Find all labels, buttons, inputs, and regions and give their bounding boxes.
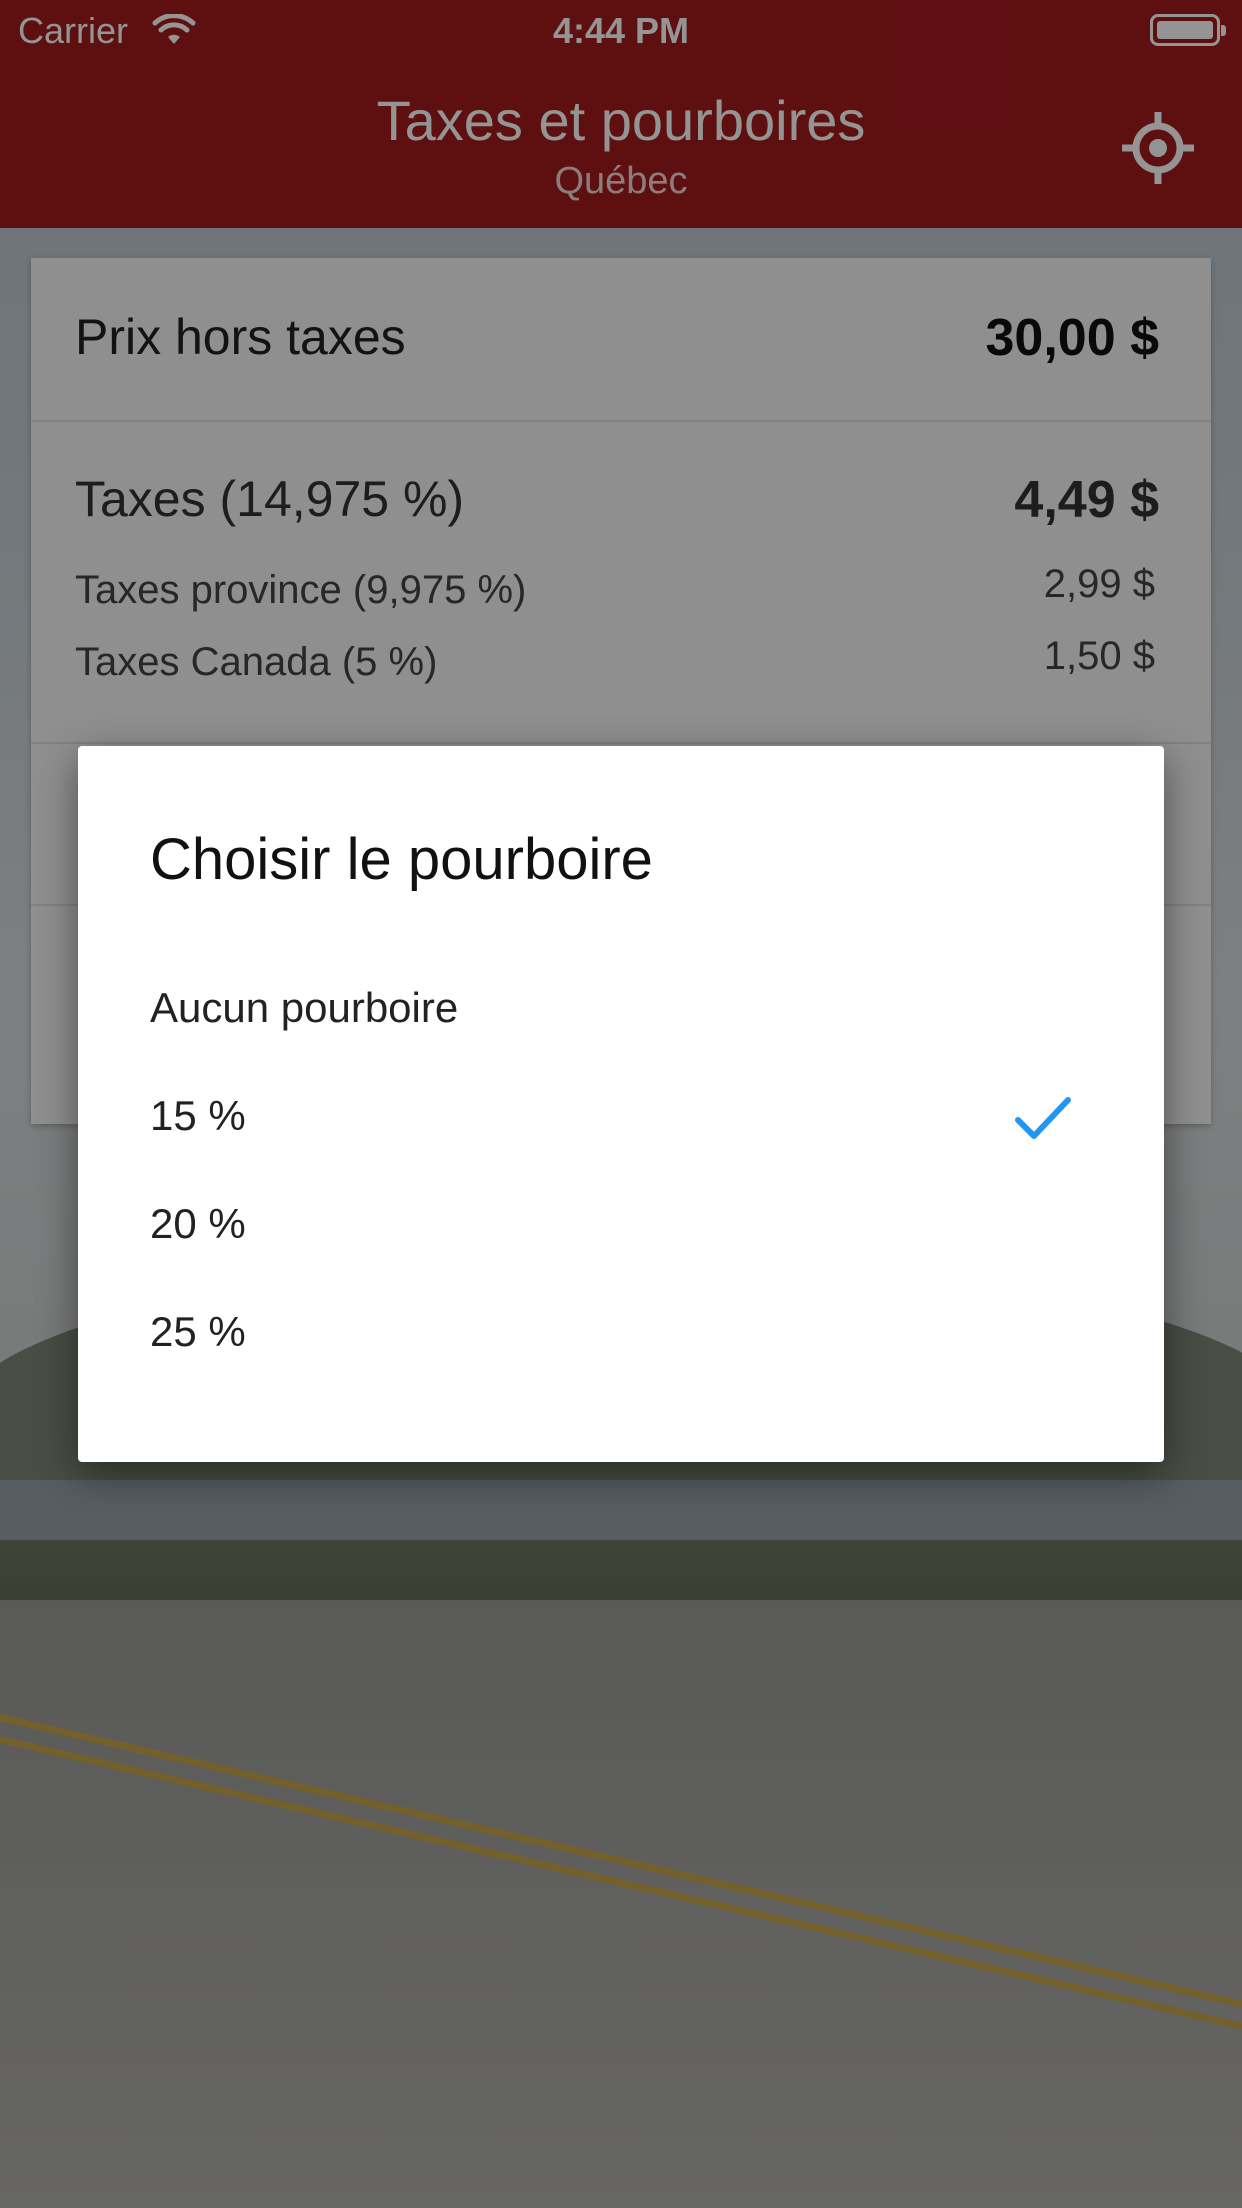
tip-option-25[interactable]: 25 %	[78, 1280, 1164, 1388]
tip-option-label: 15 %	[150, 1092, 246, 1139]
tip-option-none[interactable]: Aucun pourboire	[78, 956, 1164, 1064]
checkmark-icon	[1015, 1097, 1071, 1139]
modal-scrim[interactable]	[0, 0, 1242, 228]
tip-option-15[interactable]: 15 %	[78, 1064, 1164, 1172]
tip-option-20[interactable]: 20 %	[78, 1172, 1164, 1280]
tip-option-label: 20 %	[150, 1200, 246, 1247]
tip-option-label: Aucun pourboire	[150, 984, 459, 1031]
tip-dialog: Choisir le pourboire Aucun pourboire 15 …	[78, 746, 1164, 1462]
dialog-title: Choisir le pourboire	[150, 827, 653, 892]
tip-option-label: 25 %	[150, 1308, 246, 1355]
